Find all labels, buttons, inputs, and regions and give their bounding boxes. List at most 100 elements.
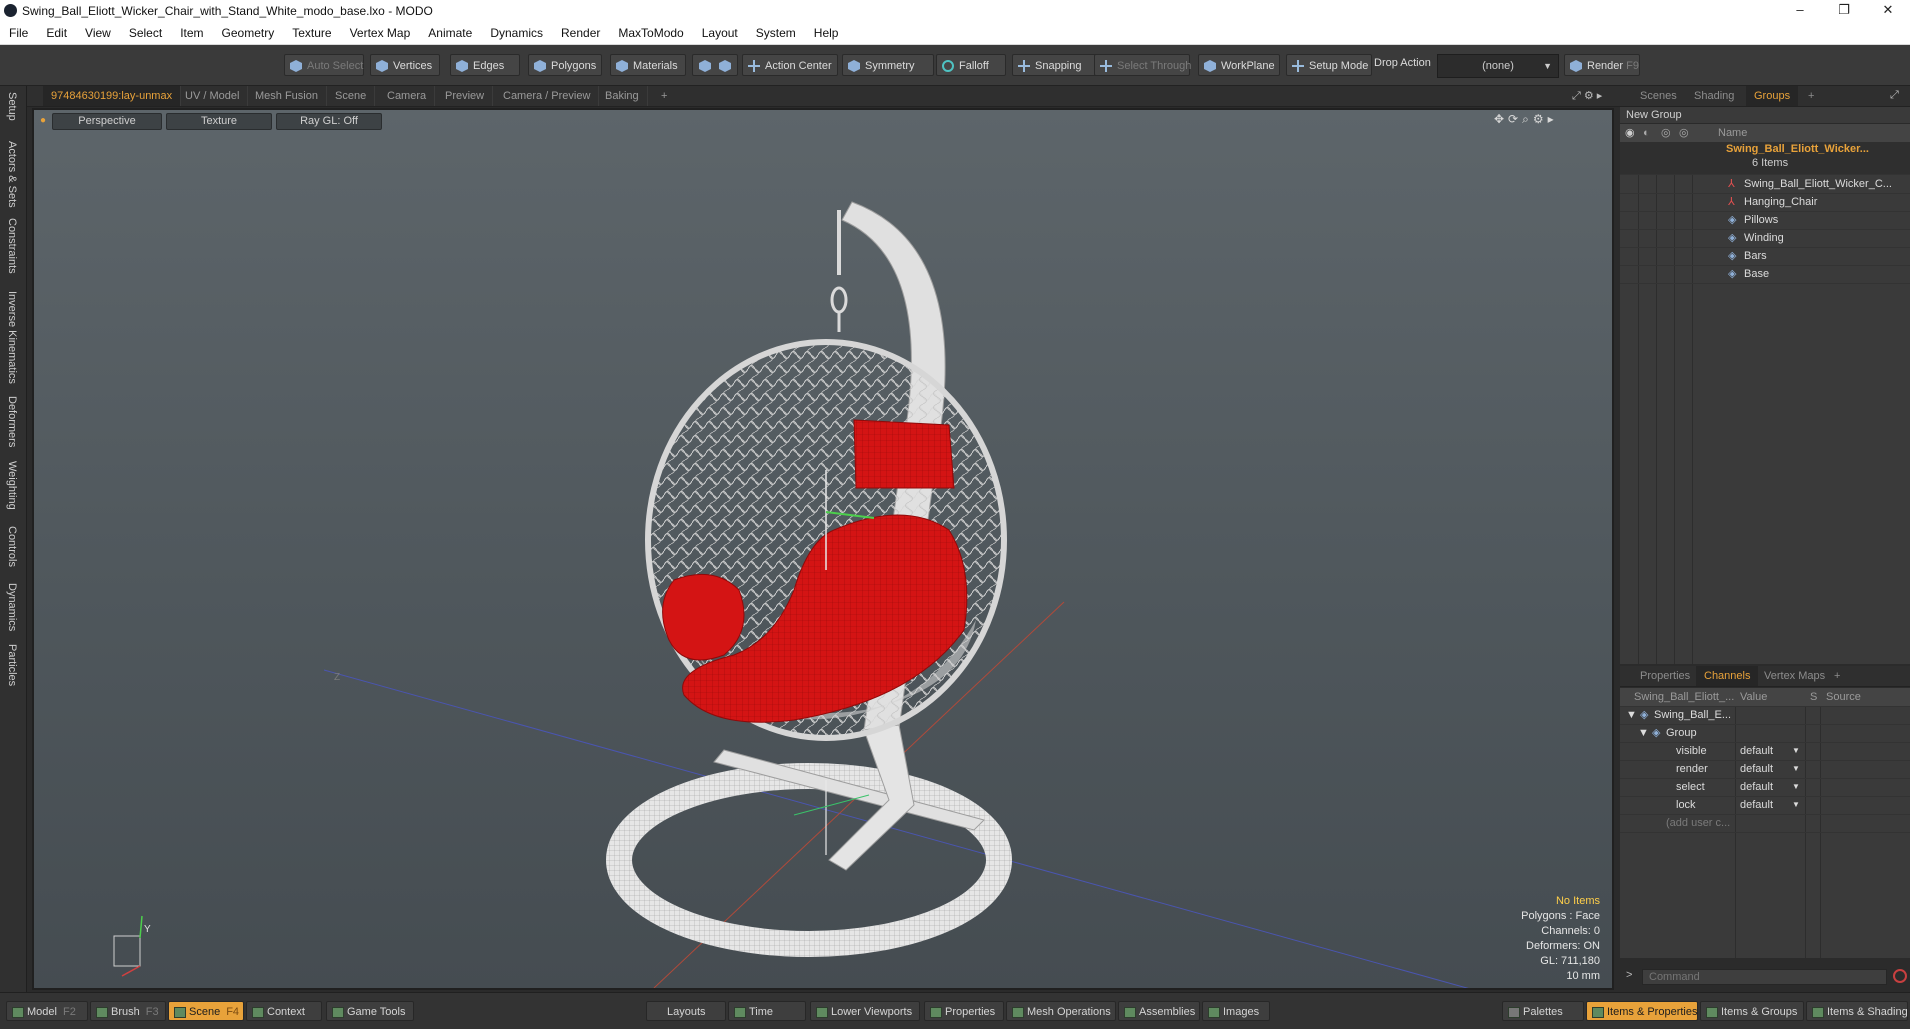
menu-maxtomodo[interactable]: MaxToModo	[609, 22, 692, 44]
record-icon[interactable]	[1893, 969, 1907, 983]
group-item-row[interactable]: ◈ Winding	[1620, 229, 1910, 248]
group-item-row[interactable]: ⅄ Swing_Ball_Eliott_Wicker_C...	[1620, 175, 1910, 194]
render-button[interactable]: Render F9	[1564, 54, 1640, 76]
tab-controls[interactable]: Controls	[6, 526, 18, 567]
expand-panel-icon[interactable]: ⤢	[1890, 89, 1899, 102]
group-item-row[interactable]: ◈ Pillows	[1620, 211, 1910, 230]
tab-inverse-kinematics[interactable]: Inverse Kinematics	[6, 291, 18, 384]
channel-row[interactable]: lock default ▼	[1620, 796, 1910, 815]
items-groups-button[interactable]: Items & Groups	[1700, 1001, 1804, 1021]
items-properties-button[interactable]: Items & Properties	[1586, 1001, 1698, 1021]
tab-uv-model[interactable]: UV / Model	[177, 86, 249, 106]
vertices-button[interactable]: Vertices	[370, 54, 440, 76]
layout-game-tools-button[interactable]: Game Tools	[326, 1001, 414, 1021]
add-scene-tab[interactable]: +	[1800, 86, 1822, 106]
menu-dynamics[interactable]: Dynamics	[481, 22, 552, 44]
layout-context-button[interactable]: Context	[246, 1001, 322, 1021]
menu-item[interactable]: Item	[171, 22, 212, 44]
tab-constraints[interactable]: Constraints	[6, 218, 18, 274]
tab-shading[interactable]: Shading	[1686, 86, 1742, 106]
group-root-row[interactable]: Swing_Ball_Eliott_Wicker... 6 Items	[1620, 142, 1910, 175]
workplane-button[interactable]: WorkPlane	[1198, 54, 1280, 76]
items-shading-button[interactable]: Items & Shading	[1806, 1001, 1908, 1021]
group-item-row[interactable]: ⅄ Hanging_Chair	[1620, 193, 1910, 212]
menu-geometry[interactable]: Geometry	[213, 22, 284, 44]
tab-camera[interactable]: Camera	[379, 86, 436, 106]
symmetry-button[interactable]: Symmetry	[842, 54, 934, 76]
menu-texture[interactable]: Texture	[283, 22, 340, 44]
falloff-button[interactable]: Falloff	[936, 54, 1006, 76]
channel-row[interactable]: visible default ▼	[1620, 742, 1910, 761]
layouts-button[interactable]: Layouts	[646, 1001, 726, 1021]
add-prop-tab[interactable]: +	[1826, 666, 1848, 686]
group-item-row[interactable]: ◈ Base	[1620, 265, 1910, 284]
channel-tree-row[interactable]: ▼ ◈ Swing_Ball_E...	[1620, 706, 1910, 725]
tab-weighting[interactable]: Weighting	[6, 461, 18, 510]
menu-layout[interactable]: Layout	[693, 22, 747, 44]
channel-tree-row[interactable]: ▼ ◈ Group	[1620, 724, 1910, 743]
lower-viewports-button[interactable]: Lower Viewports	[810, 1001, 920, 1021]
auto-select-button[interactable]: Auto Select	[284, 54, 364, 76]
menu-help[interactable]: Help	[805, 22, 848, 44]
tab-dynamics[interactable]: Dynamics	[6, 583, 18, 631]
add-user-channel-row[interactable]: (add user c...	[1620, 814, 1910, 833]
channel-row[interactable]: render default ▼	[1620, 760, 1910, 779]
select-through-button[interactable]: Select Through	[1094, 54, 1191, 76]
tab-groups[interactable]: Groups	[1746, 86, 1799, 106]
menu-render[interactable]: Render	[552, 22, 609, 44]
tab-particles[interactable]: Particles	[6, 644, 18, 686]
menu-system[interactable]: System	[747, 22, 805, 44]
viewport-options-icon[interactable]: ⤢ ⚙ ▸	[1572, 89, 1602, 103]
selection-mode-toggle[interactable]	[692, 54, 738, 76]
minimize-button[interactable]: –	[1778, 0, 1822, 22]
action-center-button[interactable]: Action Center	[742, 54, 838, 76]
tab-baking[interactable]: Baking	[597, 86, 648, 106]
palettes-button[interactable]: Palettes	[1502, 1001, 1584, 1021]
properties-button[interactable]: Properties	[924, 1001, 1004, 1021]
tab-preview[interactable]: Preview	[437, 86, 494, 106]
expand-arrow-icon[interactable]: ▼	[1638, 724, 1649, 742]
tab-scene[interactable]: Scene	[327, 86, 376, 106]
dropdown-arrow-icon[interactable]: ▼	[1792, 742, 1800, 760]
edges-button[interactable]: Edges	[450, 54, 520, 76]
menu-animate[interactable]: Animate	[419, 22, 481, 44]
drop-action-select[interactable]: (none) ▼	[1437, 54, 1559, 78]
images-button[interactable]: Images	[1202, 1001, 1270, 1021]
layout-brush-button[interactable]: Brush F3	[90, 1001, 166, 1021]
dropdown-arrow-icon[interactable]: ▼	[1792, 760, 1800, 778]
menu-edit[interactable]: Edit	[37, 22, 76, 44]
command-input[interactable]	[1642, 969, 1887, 985]
setup-mode-button[interactable]: Setup Mode	[1286, 54, 1372, 76]
new-group-row[interactable]: New Group	[1620, 107, 1910, 124]
maximize-button[interactable]: ❐	[1822, 0, 1866, 22]
menu-view[interactable]: View	[76, 22, 120, 44]
polygons-button[interactable]: Polygons	[528, 54, 602, 76]
assemblies-button[interactable]: Assemblies	[1118, 1001, 1200, 1021]
layout-model-button[interactable]: Model F2	[6, 1001, 88, 1021]
tab-mesh-fusion[interactable]: Mesh Fusion	[247, 86, 327, 106]
3d-viewport[interactable]: ● Perspective Texture Ray GL: Off ✥⟳⌕⚙▸	[32, 108, 1614, 990]
tab-deformers[interactable]: Deformers	[6, 396, 18, 447]
tab-actors-sets[interactable]: Actors & Sets	[6, 141, 18, 208]
add-tab-button[interactable]: +	[653, 86, 675, 106]
dropdown-arrow-icon[interactable]: ▼	[1792, 778, 1800, 796]
close-button[interactable]: ✕	[1866, 0, 1910, 22]
expand-arrow-icon[interactable]: ▼	[1626, 706, 1637, 724]
tab-setup[interactable]: Setup	[6, 92, 18, 121]
materials-button[interactable]: Materials	[610, 54, 686, 76]
time-button[interactable]: Time	[728, 1001, 806, 1021]
mesh-operations-button[interactable]: Mesh Operations	[1006, 1001, 1116, 1021]
tab-lay-unmax[interactable]: 97484630199:lay-unmax	[43, 86, 182, 106]
menu-file[interactable]: File	[0, 22, 37, 44]
tab-vertex-maps[interactable]: Vertex Maps	[1756, 666, 1833, 686]
layout-scene-button[interactable]: Scene F4	[168, 1001, 244, 1021]
menu-select[interactable]: Select	[120, 22, 171, 44]
tab-scenes[interactable]: Scenes	[1632, 86, 1685, 106]
tab-camera-preview[interactable]: Camera / Preview	[495, 86, 600, 106]
channel-row[interactable]: select default ▼	[1620, 778, 1910, 797]
snapping-button[interactable]: Snapping	[1012, 54, 1098, 76]
tab-channels[interactable]: Channels	[1696, 666, 1759, 686]
dropdown-arrow-icon[interactable]: ▼	[1792, 796, 1800, 814]
menu-vertex-map[interactable]: Vertex Map	[341, 22, 420, 44]
group-item-row[interactable]: ◈ Bars	[1620, 247, 1910, 266]
